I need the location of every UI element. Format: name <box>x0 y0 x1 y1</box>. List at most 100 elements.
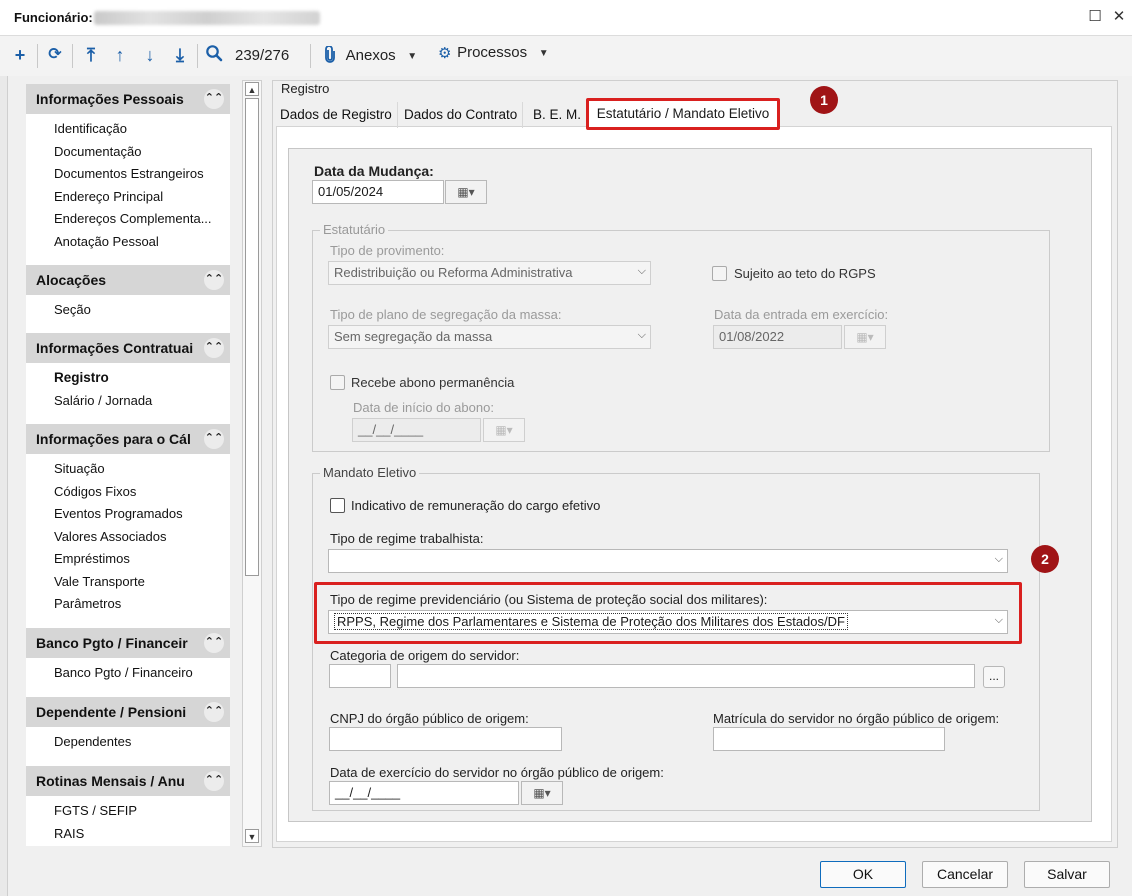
tipo-regime-trabalhista-select[interactable]: ⌵ <box>328 549 1008 573</box>
tab-bem[interactable]: B. E. M. <box>528 102 586 128</box>
tipo-regime-previdenciario-select[interactable]: RPPS, Regime dos Parlamentares e Sistema… <box>328 610 1008 634</box>
sidebar-item-enderecos-complementares[interactable]: Endereços Complementa... <box>26 208 230 231</box>
chevron-down-icon: ⌵ <box>637 329 646 341</box>
sidebar-item-fgts-sefip[interactable]: FGTS / SEFIP <box>26 800 230 823</box>
sidebar-section-informacoes-calculo: Informações para o Cál ⌃⌃ Situação Códig… <box>26 424 230 616</box>
callout-2: 2 <box>1031 545 1059 573</box>
paperclip-icon <box>324 45 340 67</box>
sidebar-item-codigos-fixos[interactable]: Códigos Fixos <box>26 481 230 504</box>
sidebar-item-valores-associados[interactable]: Valores Associados <box>26 526 230 549</box>
first-record-icon[interactable]: ⤒ <box>80 44 102 66</box>
collapse-icon[interactable]: ⌃⌃ <box>204 702 224 722</box>
sidebar-item-dependentes[interactable]: Dependentes <box>26 731 230 754</box>
sidebar-section-header[interactable]: Informações Contratuai ⌃⌃ <box>26 333 230 363</box>
tipo-provimento-label: Tipo de provimento: <box>330 243 445 258</box>
categoria-origem-code-input[interactable] <box>329 664 391 688</box>
previous-record-icon[interactable]: ↑ <box>109 44 131 66</box>
search-icon[interactable] <box>203 44 225 66</box>
next-record-icon[interactable]: ↓ <box>139 44 161 66</box>
scroll-down-icon[interactable]: ▼ <box>245 829 259 843</box>
chevron-down-icon: ▼ <box>538 48 549 59</box>
collapse-icon[interactable]: ⌃⌃ <box>204 338 224 358</box>
sidebar-section-header[interactable]: Informações para o Cál ⌃⌃ <box>26 424 230 454</box>
tipo-regime-trabalhista-label: Tipo de regime trabalhista: <box>330 531 484 546</box>
save-button[interactable]: Salvar <box>1024 861 1110 888</box>
refresh-icon[interactable]: ⟳ <box>44 44 66 66</box>
add-icon[interactable]: + <box>9 44 31 66</box>
tipo-regime-previdenciario-label: Tipo de regime previdenciário (ou Sistem… <box>330 592 768 607</box>
sidebar-item-rais[interactable]: RAIS <box>26 823 230 846</box>
ok-button[interactable]: OK <box>820 861 906 888</box>
last-record-icon[interactable]: ⤓ <box>169 44 191 66</box>
redacted-employee-name <box>94 11 320 25</box>
sidebar-item-emprestimos[interactable]: Empréstimos <box>26 548 230 571</box>
collapse-icon[interactable]: ⌃⌃ <box>204 89 224 109</box>
calendar-dropdown-button[interactable]: ▦▾ <box>521 781 563 805</box>
data-inicio-abono-input: __/__/____ <box>352 418 481 442</box>
registro-group-label: Registro <box>279 81 332 96</box>
sidebar-item-eventos-programados[interactable]: Eventos Programados <box>26 503 230 526</box>
cnpj-origem-label: CNPJ do órgão público de origem: <box>330 711 529 726</box>
tipo-regime-previdenciario-value: RPPS, Regime dos Parlamentares e Sistema… <box>334 613 848 630</box>
maximize-icon[interactable]: ☐ <box>1086 8 1104 26</box>
cancel-button[interactable]: Cancelar <box>922 861 1008 888</box>
data-exercicio-origem-input[interactable]: __/__/____ <box>329 781 519 805</box>
sidebar-section-title: Dependente / Pensioni <box>36 704 187 720</box>
scroll-up-icon[interactable]: ▲ <box>245 82 259 96</box>
data-mudanca-input[interactable]: 01/05/2024 <box>312 180 444 204</box>
collapse-icon[interactable]: ⌃⌃ <box>204 633 224 653</box>
sidebar-item-parametros[interactable]: Parâmetros <box>26 593 230 616</box>
sidebar-section-header[interactable]: Rotinas Mensais / Anu ⌃⌃ <box>26 766 230 796</box>
lookup-button[interactable]: ... <box>983 666 1005 688</box>
sidebar-item-salario-jornada[interactable]: Salário / Jornada <box>26 390 230 413</box>
chevron-down-icon: ▼ <box>407 51 418 62</box>
calendar-dropdown-button[interactable]: ▦▾ <box>445 180 487 204</box>
chevron-down-icon: ⌵ <box>637 265 646 277</box>
indicativo-remuneracao-checkbox[interactable] <box>330 498 345 513</box>
sidebar-item-anotacao-pessoal[interactable]: Anotação Pessoal <box>26 231 230 254</box>
sidebar-item-endereco-principal[interactable]: Endereço Principal <box>26 186 230 209</box>
tab-dados-de-registro[interactable]: Dados de Registro <box>275 102 398 128</box>
collapse-icon[interactable]: ⌃⌃ <box>204 429 224 449</box>
processos-menu[interactable]: ⚙ Processos ▼ <box>438 44 549 64</box>
calendar-icon: ▦▾ <box>533 786 551 800</box>
collapse-icon[interactable]: ⌃⌃ <box>204 771 224 791</box>
close-icon[interactable]: ✕ <box>1110 8 1128 26</box>
sidebar-section-header[interactable]: Alocações ⌃⌃ <box>26 265 230 295</box>
indicativo-remuneracao-label: Indicativo de remuneração do cargo efeti… <box>351 498 601 513</box>
window-title: Funcionário: <box>14 10 93 25</box>
collapse-icon[interactable]: ⌃⌃ <box>204 270 224 290</box>
sidebar-item-documentos-estrangeiros[interactable]: Documentos Estrangeiros <box>26 163 230 186</box>
sidebar-section-informacoes-pessoais: Informações Pessoais ⌃⌃ Identificação Do… <box>26 84 230 253</box>
sidebar-item-banco-pgto-financeiro[interactable]: Banco Pgto / Financeiro <box>26 662 230 685</box>
cnpj-origem-input[interactable] <box>329 727 562 751</box>
left-strip <box>0 76 8 896</box>
sidebar-section-title: Informações Contratuai <box>36 340 194 356</box>
tab-dados-do-contrato[interactable]: Dados do Contrato <box>399 102 524 128</box>
calendar-icon: ▦▾ <box>495 423 513 437</box>
sidebar-item-documentacao[interactable]: Documentação <box>26 141 230 164</box>
calendar-dropdown-button: ▦▾ <box>483 418 525 442</box>
sidebar-section-header[interactable]: Dependente / Pensioni ⌃⌃ <box>26 697 230 727</box>
toolbar-separator <box>197 44 198 68</box>
scrollbar-thumb[interactable] <box>245 98 259 576</box>
sidebar-section-informacoes-contratuais: Informações Contratuai ⌃⌃ Registro Salár… <box>26 333 230 412</box>
sidebar-section-title: Alocações <box>36 272 107 288</box>
sidebar-item-registro[interactable]: Registro <box>26 367 230 390</box>
recebe-abono-label: Recebe abono permanência <box>351 375 515 390</box>
sidebar-item-situacao[interactable]: Situação <box>26 458 230 481</box>
anexos-menu[interactable]: Anexos ▼ <box>324 45 417 67</box>
tab-estatutario-mandato-eletivo[interactable]: Estatutário / Mandato Eletivo <box>586 98 780 130</box>
sidebar-item-vale-transporte[interactable]: Vale Transporte <box>26 571 230 594</box>
sujeito-teto-label: Sujeito ao teto do RGPS <box>734 266 876 281</box>
sidebar-section-header[interactable]: Informações Pessoais ⌃⌃ <box>26 84 230 114</box>
sidebar-item-identificacao[interactable]: Identificação <box>26 118 230 141</box>
sidebar-item-secao[interactable]: Seção <box>26 299 230 322</box>
tipo-plano-label: Tipo de plano de segregação da massa: <box>330 307 562 322</box>
tipo-plano-select: Sem segregação da massa ⌵ <box>328 325 651 349</box>
categoria-origem-description-input[interactable] <box>397 664 975 688</box>
data-entrada-label: Data da entrada em exercício: <box>714 307 889 322</box>
matricula-origem-input[interactable] <box>713 727 945 751</box>
sidebar-section-header[interactable]: Banco Pgto / Financeir ⌃⌃ <box>26 628 230 658</box>
sidebar-section-banco-pgto: Banco Pgto / Financeir ⌃⌃ Banco Pgto / F… <box>26 628 230 685</box>
